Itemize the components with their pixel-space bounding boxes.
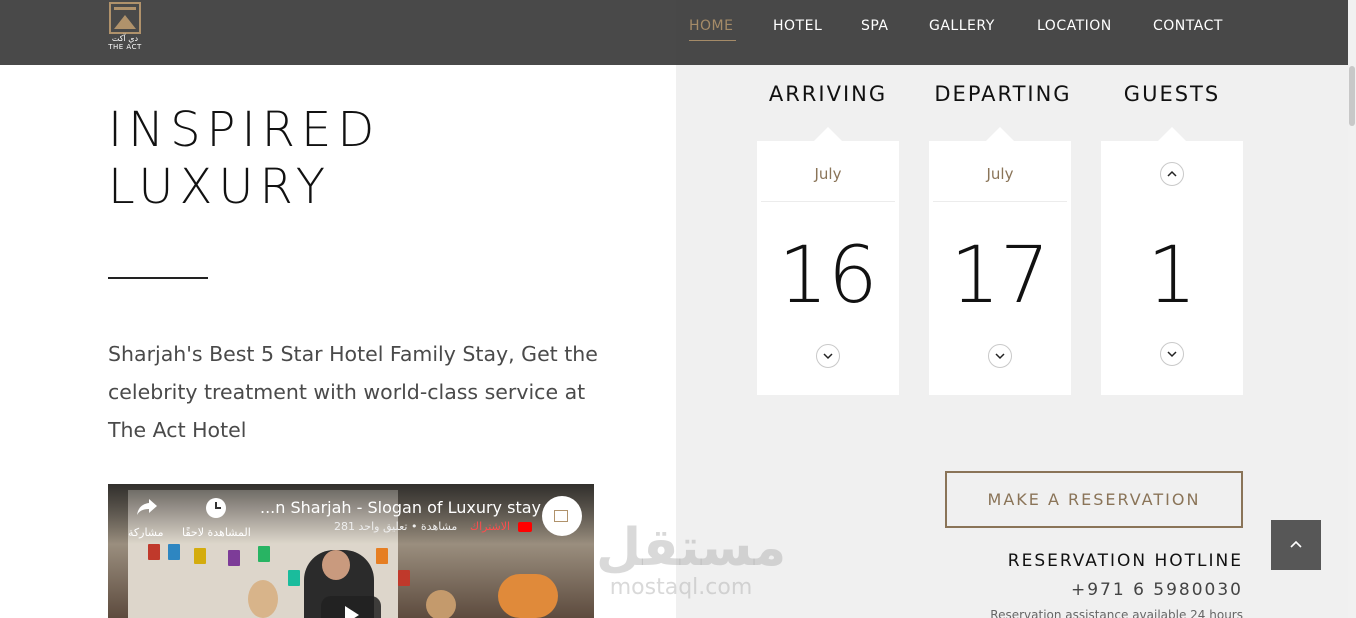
nav-hotel[interactable]: HOTEL <box>773 18 822 34</box>
card-pointer <box>814 127 842 141</box>
mostaql-watermark: مستقل mostaql.com <box>596 518 787 600</box>
video-scene-book <box>168 544 180 560</box>
channel-logo-icon <box>554 510 568 522</box>
chevron-up-icon <box>1290 540 1302 548</box>
reservation-hotline-title: RESERVATION HOTLINE <box>1007 551 1243 571</box>
watch-later-icon[interactable] <box>206 498 226 518</box>
departing-day[interactable]: 17 <box>929 231 1071 321</box>
video-meta: 281 مشاهدة • تعليق واحد <box>334 520 458 533</box>
video-scene-chair <box>498 574 558 618</box>
video-scene-child <box>426 590 456 618</box>
guests-down-button[interactable] <box>1160 342 1184 366</box>
guests-heading: GUESTS <box>1123 82 1221 106</box>
video-scene-book <box>148 544 160 560</box>
logo-english-text: THE ACT <box>108 43 142 51</box>
reservation-hotline-phone[interactable]: +971 6 5980030 <box>900 580 1243 600</box>
chevron-down-icon <box>995 353 1005 360</box>
nav-active-indicator <box>689 40 736 41</box>
arriving-date-card: July 16 <box>757 127 899 395</box>
video-scene-book <box>194 548 206 564</box>
play-button[interactable] <box>321 596 381 618</box>
share-icon[interactable] <box>136 498 158 516</box>
card-divider <box>933 201 1067 202</box>
nav-home[interactable]: HOME <box>689 18 733 34</box>
embedded-video-player[interactable]: مشاركة المشاهدة لاحقًا ...n Sharjah - Sl… <box>108 484 594 618</box>
make-reservation-button[interactable]: MAKE A RESERVATION <box>945 471 1243 528</box>
departing-heading: DEPARTING <box>934 82 1072 106</box>
logo-mark-icon <box>109 2 141 34</box>
chevron-down-icon <box>823 353 833 360</box>
watermark-english: mostaql.com <box>609 575 753 600</box>
arriving-day[interactable]: 16 <box>757 231 899 321</box>
departing-day-down-button[interactable] <box>988 344 1012 368</box>
youtube-icon <box>518 522 532 532</box>
video-scene-book <box>228 550 240 566</box>
scrollbar-thumb[interactable] <box>1349 66 1355 126</box>
guests-count[interactable]: 1 <box>1101 231 1243 321</box>
hero-divider <box>108 277 208 279</box>
video-scene-face <box>322 550 350 580</box>
watch-later-label[interactable]: المشاهدة لاحقًا <box>182 526 251 539</box>
video-scene-book <box>288 570 300 586</box>
hero-title-line1: INSPIRED <box>108 102 381 158</box>
watermark-arabic: مستقل <box>596 518 787 578</box>
card-pointer <box>986 127 1014 141</box>
hero-description: Sharjah's Best 5 Star Hotel Family Stay,… <box>108 342 598 442</box>
hotel-logo[interactable]: دي آكت THE ACT <box>107 2 143 52</box>
video-scene-child <box>248 580 278 618</box>
guests-up-button[interactable] <box>1160 162 1184 186</box>
arriving-month[interactable]: July <box>757 165 899 183</box>
video-title[interactable]: ...n Sharjah - Slogan of Luxury stay <box>260 498 541 517</box>
card-divider <box>761 201 895 202</box>
hero-title-line2: LUXURY <box>108 159 332 215</box>
back-to-top-button[interactable] <box>1271 520 1321 570</box>
channel-avatar[interactable] <box>542 496 582 536</box>
departing-date-card: July 17 <box>929 127 1071 395</box>
card-pointer <box>1158 127 1186 141</box>
chevron-up-icon <box>1167 170 1177 177</box>
subscribe-link[interactable]: الاشتراك <box>470 520 510 533</box>
arriving-heading: ARRIVING <box>768 82 888 106</box>
reservation-hotline-note: Reservation assistance available 24 hour… <box>990 608 1243 618</box>
share-label[interactable]: مشاركة <box>128 526 164 539</box>
nav-contact[interactable]: CONTACT <box>1153 18 1223 34</box>
hero-title: INSPIRED LUXURY <box>108 102 380 216</box>
nav-spa[interactable]: SPA <box>861 18 889 34</box>
nav-gallery[interactable]: GALLERY <box>929 18 995 34</box>
video-scene-book <box>376 548 388 564</box>
departing-month[interactable]: July <box>929 165 1071 183</box>
video-scene-book <box>258 546 270 562</box>
chevron-down-icon <box>1167 351 1177 358</box>
page-scrollbar[interactable] <box>1348 0 1356 618</box>
guests-card: 1 <box>1101 127 1243 395</box>
arriving-day-down-button[interactable] <box>816 344 840 368</box>
logo-arabic-text: دي آكت <box>111 34 139 43</box>
top-nav-bar: دي آكت THE ACT HOME HOTEL SPA GALLERY LO… <box>0 0 1348 65</box>
nav-location[interactable]: LOCATION <box>1037 18 1112 34</box>
video-scene-book <box>398 570 410 586</box>
